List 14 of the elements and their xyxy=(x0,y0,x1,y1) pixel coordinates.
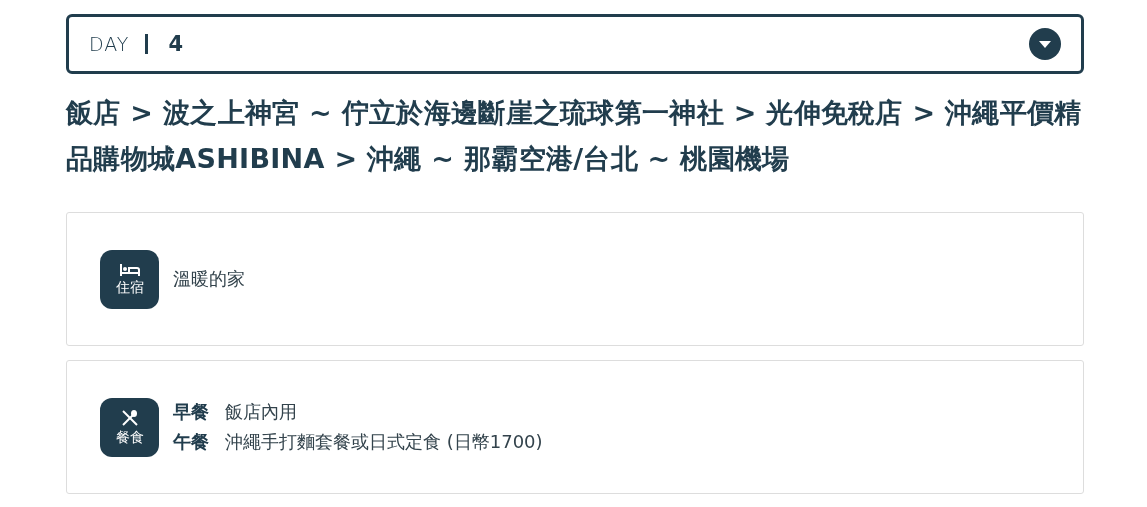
card-text: 溫暖的家 xyxy=(173,267,245,291)
meal-label: 午餐 xyxy=(173,430,209,454)
card-text: 飯店內用 xyxy=(225,400,297,424)
dropdown-icon xyxy=(1029,28,1061,60)
day-value: 4 xyxy=(168,32,185,56)
itinerary-title: 飯店 > 波之上神宮 ~ 佇立於海邊斷崖之琉球第一神社 > 光伸免稅店 > 沖繩平價精品購物城ASHIBINA > 沖繩 ~ 那霸空港/台北 ~ 桃園機場 xyxy=(66,96,1083,176)
category-badge: 住宿 xyxy=(100,249,159,309)
card-text: 沖繩手打麵套餐或日式定食 (日幣1700) xyxy=(225,430,543,454)
category-badge: 餐食 xyxy=(100,397,159,457)
fork-spoon-icon xyxy=(120,409,139,427)
day-select[interactable]: DAY 4 xyxy=(66,14,1084,74)
bed-icon xyxy=(119,263,140,277)
meal-label: 早餐 xyxy=(173,400,209,424)
day-label: DAY xyxy=(89,33,130,55)
